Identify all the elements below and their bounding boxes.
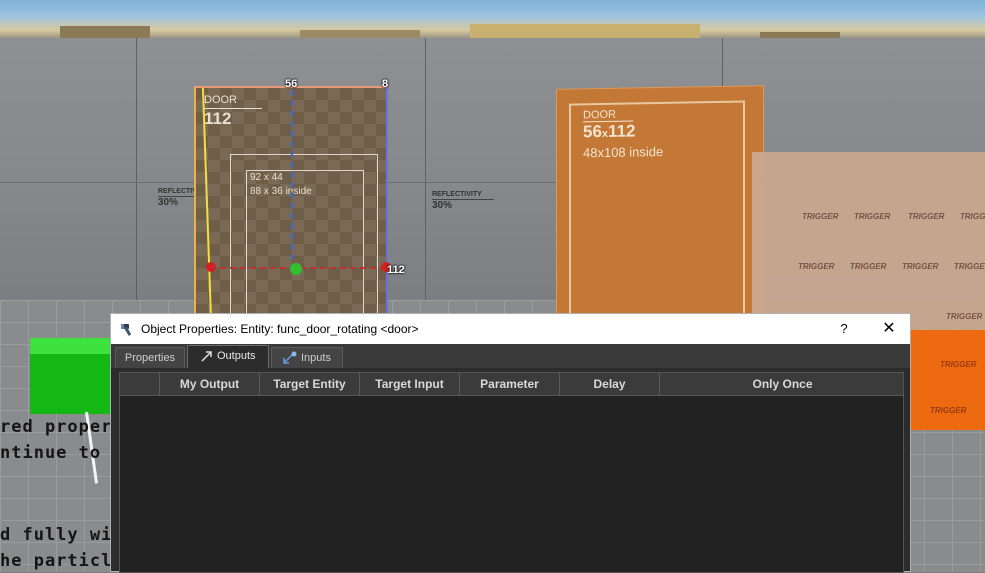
ground-text-line-4: he particle — [0, 551, 124, 571]
reflectivity-label-right: REFLECTIVITY 30% — [432, 191, 494, 211]
gizmo-center-handle[interactable] — [290, 263, 302, 275]
green-cube-entity[interactable] — [30, 338, 110, 414]
tab-properties[interactable]: Properties — [115, 347, 185, 368]
column-header-target-entity[interactable]: Target Entity — [260, 373, 360, 395]
object-properties-dialog: Object Properties: Entity: func_door_rot… — [110, 313, 911, 573]
ground-text-line-2: ntinue to o — [0, 443, 124, 463]
door2-label: DOOR — [583, 108, 616, 122]
ground-text-line-1: red propert — [0, 417, 124, 437]
input-arrow-icon — [283, 351, 297, 364]
orange-door-entity[interactable]: DOOR 56x112 48x108 inside — [556, 85, 764, 331]
column-header-parameter[interactable]: Parameter — [460, 373, 560, 395]
door-inner-inside: 88 x 36 inside — [250, 186, 312, 197]
outputs-table[interactable]: My Output Target Entity Target Input Par… — [119, 372, 904, 573]
column-header-my-output[interactable]: My Output — [160, 373, 260, 395]
column-header-delay[interactable]: Delay — [560, 373, 660, 395]
column-header-only-once[interactable]: Only Once — [660, 373, 905, 395]
door-label: DOOR — [204, 94, 237, 106]
trigger-brush[interactable]: TRIGGER TRIGGER TRIGGER TRIGGER TRIGGER … — [752, 152, 985, 330]
skybox — [0, 0, 985, 40]
output-arrow-icon — [201, 351, 212, 362]
dimension-top: 56 — [285, 78, 298, 90]
gizmo-y-axis[interactable] — [291, 90, 293, 270]
column-header-icon[interactable] — [120, 373, 160, 395]
dialog-titlebar[interactable]: Object Properties: Entity: func_door_rot… — [111, 314, 910, 344]
dialog-title: Object Properties: Entity: func_door_rot… — [141, 322, 419, 336]
gizmo-handle-left[interactable] — [206, 262, 216, 272]
close-button[interactable]: ✕ — [871, 314, 907, 344]
dimension-right: 112 — [387, 264, 405, 276]
orange-trigger-block[interactable]: TRIGGER TRIGGER — [906, 330, 985, 430]
door2-inside: 48x108 inside — [583, 143, 664, 161]
door-number: 112 — [204, 109, 232, 128]
outputs-table-header: My Output Target Entity Target Input Par… — [120, 373, 903, 396]
help-button[interactable]: ? — [829, 314, 859, 344]
tab-inputs[interactable]: Inputs — [271, 347, 343, 368]
door2-size: 56x112 — [583, 121, 636, 142]
dimension-corner: 8 — [382, 78, 389, 90]
door-inner-size: 92 x 44 — [250, 172, 283, 183]
tab-outputs[interactable]: Outputs — [187, 345, 269, 368]
tab-bar: Properties Outputs Inputs — [111, 344, 910, 368]
hammer-icon — [121, 324, 132, 336]
column-header-target-input[interactable]: Target Input — [360, 373, 460, 395]
